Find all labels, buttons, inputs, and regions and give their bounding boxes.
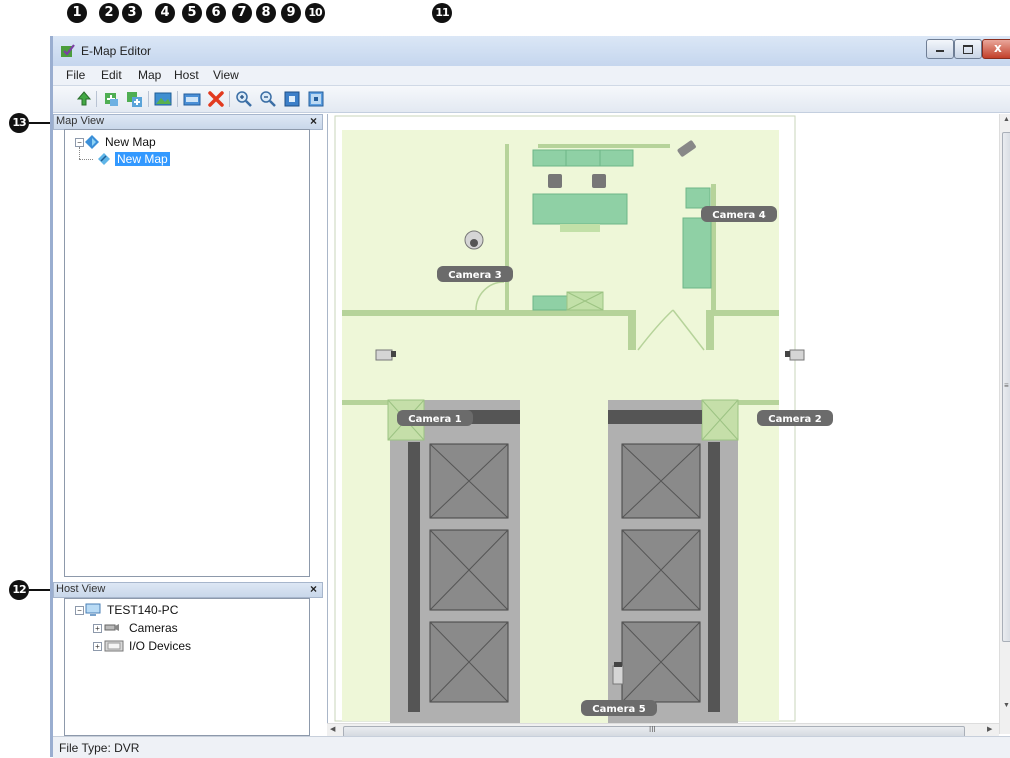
add-map-icon[interactable]	[102, 90, 120, 108]
close-button[interactable]: x	[982, 39, 1010, 59]
maximize-icon	[963, 45, 973, 54]
toolbar-separator	[96, 91, 97, 107]
scroll-grip-marker: III	[649, 725, 656, 734]
camera-5-icon[interactable]	[612, 662, 624, 685]
upload-map-icon[interactable]	[75, 90, 93, 108]
svg-text:Camera 4: Camera 4	[712, 210, 765, 221]
zoom-in-icon[interactable]	[235, 90, 253, 108]
tree-item-label: New Map	[105, 135, 156, 149]
zoom-out-icon[interactable]	[259, 90, 277, 108]
collapse-icon[interactable]: −	[75, 138, 84, 147]
delete-icon[interactable]	[207, 90, 225, 108]
app-icon	[61, 44, 75, 57]
floor-plan: Camera 3 Camera 4 Camera 1 Camera 2 Came…	[334, 115, 833, 723]
expand-icon[interactable]: +	[93, 624, 102, 633]
callout-8: 8	[256, 3, 276, 23]
original-size-icon[interactable]	[307, 90, 325, 108]
map-view-title: Map View	[56, 115, 105, 127]
camera-label-3[interactable]: Camera 3	[437, 266, 513, 282]
change-image-icon[interactable]	[154, 90, 172, 108]
map-folder-icon	[85, 135, 99, 149]
menu-file[interactable]: File	[66, 68, 85, 82]
host-view-pane-header: Host View ×	[53, 582, 323, 598]
minimize-button[interactable]	[926, 39, 954, 59]
host-view-close-icon[interactable]: ×	[310, 582, 317, 596]
callout-3: 3	[122, 3, 142, 23]
toolbar-separator	[148, 91, 149, 107]
menu-map[interactable]: Map	[138, 68, 161, 82]
expand-icon[interactable]: +	[93, 642, 102, 651]
camera-label-5[interactable]: Camera 5	[581, 700, 657, 716]
toolbar-separator	[177, 91, 178, 107]
tree-item-label: TEST140-PC	[107, 603, 179, 617]
maximize-button[interactable]	[954, 39, 982, 59]
window-title: E-Map Editor	[81, 44, 152, 58]
callout-6: 6	[206, 3, 226, 23]
tree-item-label: Cameras	[129, 621, 178, 635]
fit-to-window-icon[interactable]	[283, 90, 301, 108]
callout-7: 7	[232, 3, 252, 23]
camera-label-4[interactable]: Camera 4	[701, 206, 777, 222]
scroll-left-icon[interactable]: ◀	[330, 725, 335, 733]
camera-label-2[interactable]: Camera 2	[757, 410, 833, 426]
add-submap-icon[interactable]	[125, 90, 143, 108]
callout-4: 4	[155, 3, 175, 23]
host-view-title: Host View	[56, 583, 106, 595]
close-icon: x	[994, 41, 1002, 55]
collapse-icon[interactable]: −	[75, 606, 84, 615]
svg-text:Camera 3: Camera 3	[448, 270, 501, 281]
callout-5: 5	[182, 3, 202, 23]
callout-10: 10	[305, 3, 325, 23]
map-canvas[interactable]: Camera 3 Camera 4 Camera 1 Camera 2 Came…	[327, 114, 1000, 723]
scroll-right-icon[interactable]: ▶	[987, 725, 992, 733]
menu-view[interactable]: View	[213, 68, 239, 82]
host-view-tree: − TEST140-PC + Cameras + I/O Devices	[64, 598, 310, 736]
camera-label-1[interactable]: Camera 1	[397, 410, 473, 426]
callout-9: 9	[281, 3, 301, 23]
scroll-down-icon[interactable]: ▼	[1003, 702, 1010, 709]
io-device-icon	[104, 640, 124, 652]
menu-host[interactable]: Host	[174, 68, 199, 82]
toolbar	[53, 86, 1010, 113]
callout-13: 13	[9, 113, 29, 133]
vertical-scroll-thumb[interactable]: ≡	[1002, 132, 1010, 642]
svg-text:Camera 2: Camera 2	[768, 414, 821, 425]
map-view-close-icon[interactable]: ×	[310, 114, 317, 128]
computer-icon	[85, 603, 101, 616]
map-pin-icon	[98, 153, 110, 165]
callout-11: 11	[432, 3, 452, 23]
camera-3-icon[interactable]	[464, 230, 484, 250]
menu-edit[interactable]: Edit	[101, 68, 122, 82]
callout-2: 2	[99, 3, 119, 23]
minimize-icon	[936, 50, 944, 52]
map-view-pane-header: Map View ×	[53, 114, 323, 130]
rename-map-icon[interactable]	[183, 90, 201, 108]
callout-12: 12	[9, 580, 29, 600]
map-view-tree: − New Map New Map	[64, 129, 310, 577]
tree-connector	[79, 147, 81, 159]
scroll-up-icon[interactable]: ▲	[1003, 116, 1010, 123]
status-file-type: File Type: DVR	[59, 741, 140, 755]
tree-item-label: I/O Devices	[129, 639, 192, 653]
svg-text:Camera 1: Camera 1	[408, 414, 461, 425]
e-map-editor-window: E-Map Editor x File Edit Map Host View M…	[50, 36, 1010, 758]
title-bar: E-Map Editor x	[53, 36, 1010, 67]
tree-item-label: New Map	[115, 152, 170, 166]
status-bar: File Type: DVR	[53, 736, 1010, 758]
vertical-scrollbar[interactable]: ▲ ≡ ▼	[999, 114, 1010, 734]
svg-text:Camera 5: Camera 5	[592, 704, 645, 715]
callout-1: 1	[67, 3, 87, 23]
tree-connector	[79, 159, 93, 161]
menu-bar: File Edit Map Host View	[53, 66, 1010, 86]
camera-icon	[104, 624, 119, 631]
toolbar-separator	[229, 91, 230, 107]
grip-icon: ≡	[1004, 381, 1009, 390]
